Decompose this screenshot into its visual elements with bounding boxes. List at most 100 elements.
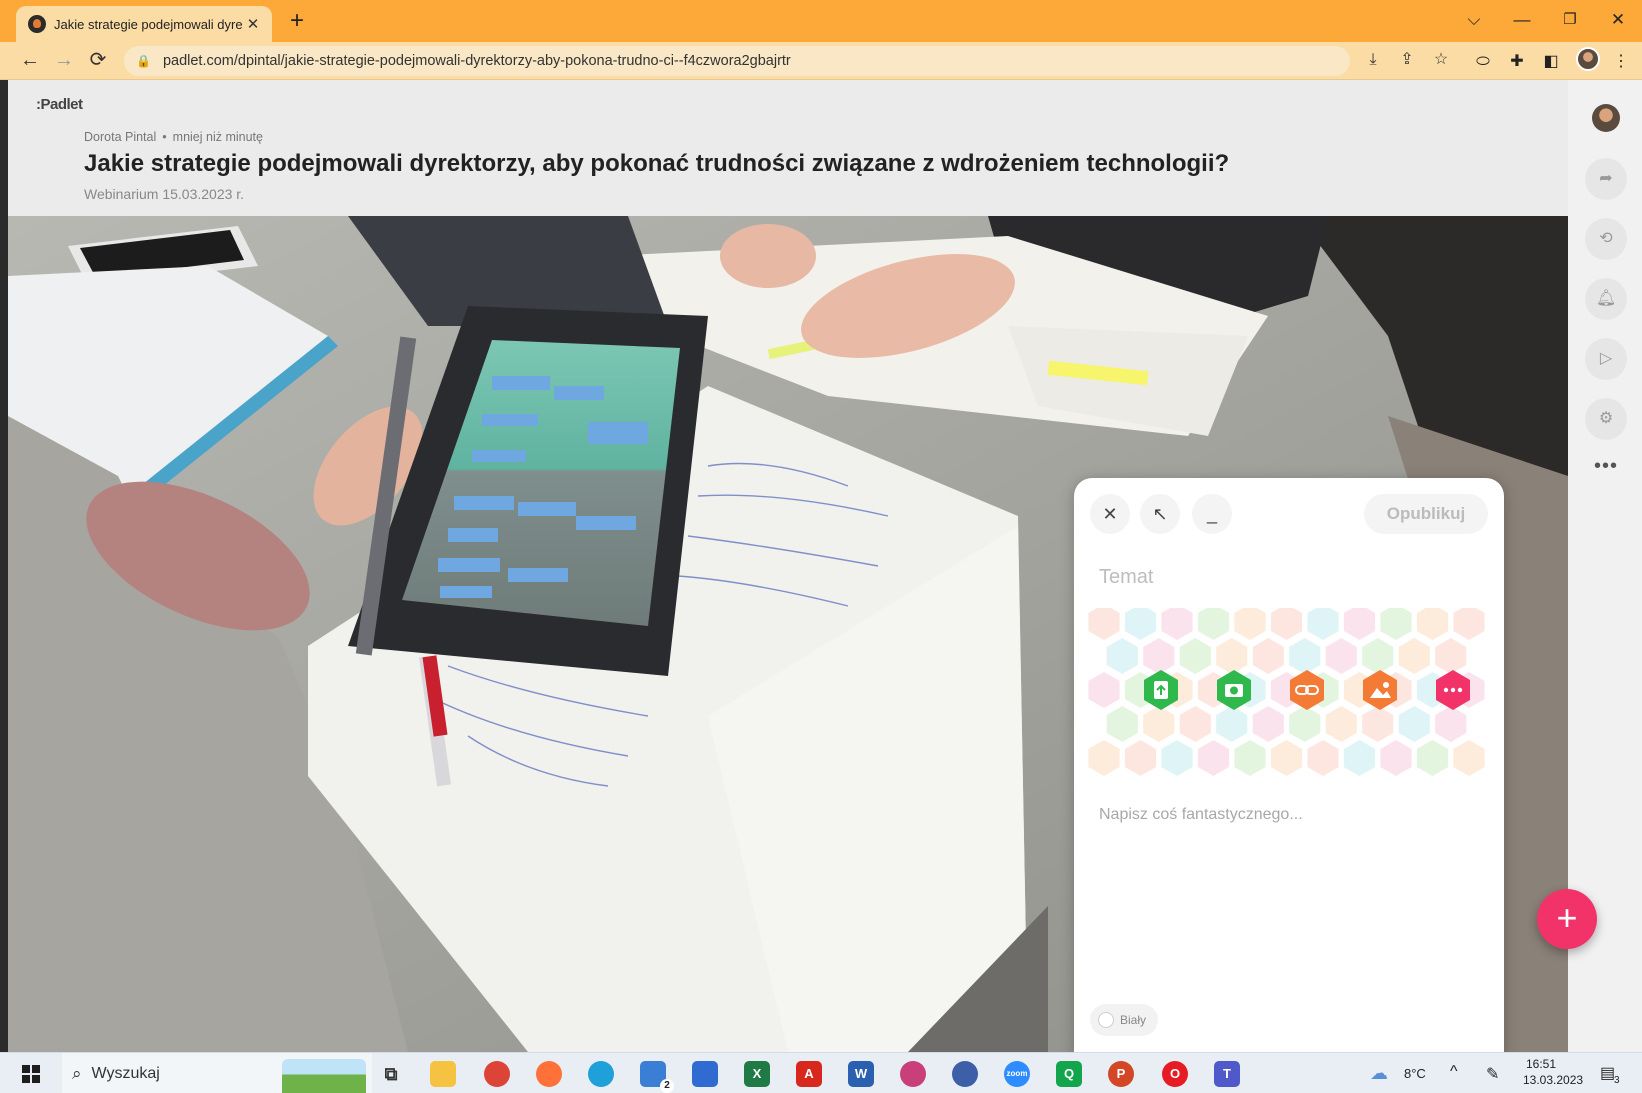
firefox-icon[interactable] — [536, 1061, 562, 1087]
minimize-window-icon[interactable]: — — [1508, 8, 1536, 32]
forward-arrow-icon[interactable]: → — [50, 46, 78, 74]
hex-decoration — [1270, 608, 1303, 640]
chrome-icon[interactable] — [484, 1061, 510, 1087]
hex-decoration — [1216, 706, 1248, 742]
hex-decoration — [1343, 740, 1376, 776]
page-title: Jakie strategie podejmowali dyrektorzy, … — [84, 150, 1230, 177]
extension-pill-icon[interactable]: ⬭ — [1472, 51, 1494, 73]
hex-decoration — [1124, 740, 1157, 776]
hex-decoration — [1088, 740, 1120, 776]
browser-toolbar: ← → ⟳ 🔒 padlet.com/dpintal/jakie-strateg… — [0, 42, 1642, 80]
whiteboard-app-icon[interactable] — [692, 1061, 718, 1087]
reload-icon[interactable]: ⟳ — [84, 46, 112, 74]
post-body-input[interactable]: Napisz coś fantastycznego... — [1099, 806, 1303, 824]
hex-decoration — [1197, 608, 1230, 640]
hex-decoration — [1252, 706, 1284, 742]
hex-decoration — [1234, 608, 1266, 640]
lock-icon: 🔒 — [136, 54, 151, 68]
user-avatar[interactable] — [1592, 104, 1620, 132]
extensions-puzzle-icon[interactable]: ✚ — [1506, 51, 1528, 73]
hex-decoration — [1106, 706, 1138, 742]
hex-decoration — [1252, 638, 1284, 674]
windows-taskbar: ⌕ Wyszukaj ⧉ 2 X A W zoom Q P O T ☁ 8°C … — [0, 1052, 1642, 1093]
new-tab-button[interactable]: + — [284, 8, 310, 34]
opera-icon[interactable]: O — [1162, 1061, 1188, 1087]
hex-decoration — [1398, 706, 1430, 742]
remake-icon[interactable]: ⟲ — [1585, 218, 1627, 260]
profile-avatar[interactable] — [1576, 47, 1600, 71]
acrobat-icon[interactable]: A — [796, 1061, 822, 1087]
notification-badge: 3 — [1614, 1075, 1620, 1086]
clock-time[interactable]: 16:51 — [1526, 1057, 1556, 1071]
zoom-icon[interactable]: zoom — [1004, 1061, 1030, 1087]
hex-decoration — [1362, 706, 1394, 742]
add-post-button[interactable]: + — [1537, 889, 1597, 949]
browser-menu-icon[interactable]: ⋮ — [1610, 51, 1632, 73]
hex-decoration — [1380, 740, 1412, 776]
hex-decoration — [1088, 608, 1120, 640]
side-panel-icon[interactable]: ◧ — [1540, 51, 1562, 73]
slideshow-play-icon[interactable]: ▷ — [1585, 338, 1627, 380]
more-menu-icon[interactable]: ••• — [1585, 456, 1627, 480]
vpn-shield-icon[interactable] — [952, 1061, 978, 1087]
tab-title: Jakie strategie podejmowali dyre — [54, 16, 243, 32]
task-view-icon[interactable]: ⧉ — [378, 1061, 404, 1087]
hex-decoration — [1143, 638, 1175, 674]
tray-chevron-up-icon[interactable]: ^ — [1450, 1063, 1458, 1081]
hex-decoration — [1307, 740, 1339, 776]
restore-window-icon[interactable]: ❐ — [1556, 8, 1584, 32]
weather-cloud-icon[interactable]: ☁ — [1370, 1063, 1388, 1084]
powerpoint-icon[interactable]: P — [1108, 1061, 1134, 1087]
padlet-logo[interactable]: :Padlet — [36, 96, 83, 113]
hex-decoration — [1416, 740, 1449, 776]
weather-temperature[interactable]: 8°C — [1404, 1066, 1426, 1081]
snipping-tool-icon[interactable] — [900, 1061, 926, 1087]
screen: Jakie strategie podejmowali dyre ✕ + ⌵ —… — [0, 0, 1642, 1093]
quizizz-icon[interactable]: Q — [1056, 1061, 1082, 1087]
hex-decoration — [1179, 638, 1211, 674]
search-icon: ⌕ — [72, 1063, 82, 1083]
subject-input[interactable]: Temat — [1099, 566, 1153, 589]
address-bar[interactable]: 🔒 padlet.com/dpintal/jakie-strategie-pod… — [124, 46, 1350, 76]
hex-decoration — [1088, 672, 1120, 708]
hex-decoration — [1343, 608, 1376, 640]
back-arrow-icon[interactable]: ← — [16, 46, 44, 74]
tab-close-icon[interactable]: ✕ — [244, 15, 262, 33]
close-window-icon[interactable]: ✕ — [1604, 8, 1632, 32]
close-composer-icon[interactable]: ✕ — [1090, 494, 1130, 534]
hex-decoration — [1161, 740, 1193, 776]
share-arrow-icon[interactable]: ➦ — [1585, 158, 1627, 200]
minimize-composer-icon[interactable]: _ — [1192, 494, 1232, 534]
settings-gear-icon[interactable]: ⚙ — [1585, 398, 1627, 440]
hex-decoration — [1289, 706, 1321, 742]
clock-date[interactable]: 13.03.2023 — [1523, 1073, 1583, 1087]
pen-tray-icon[interactable]: ✎ — [1486, 1064, 1499, 1084]
hex-decoration — [1124, 608, 1157, 640]
teams-icon[interactable]: T — [1214, 1061, 1240, 1087]
edge-icon[interactable] — [588, 1061, 614, 1087]
notifications-icon[interactable]: ▤ — [1600, 1063, 1615, 1083]
publish-button[interactable]: Opublikuj — [1364, 494, 1488, 534]
excel-icon[interactable]: X — [744, 1061, 770, 1087]
hex-decoration — [1435, 638, 1467, 674]
page-subtitle: Webinarium 15.03.2023 r. — [84, 186, 245, 202]
hex-decoration — [1453, 608, 1485, 640]
url-text: padlet.com/dpintal/jakie-strategie-podej… — [162, 53, 791, 69]
browser-tab[interactable]: Jakie strategie podejmowali dyre ✕ — [16, 6, 272, 42]
bell-icon[interactable]: 🔔︎ — [1585, 278, 1627, 320]
tab-search-chevron-icon[interactable]: ⌵ — [1460, 8, 1488, 32]
left-edge — [0, 80, 8, 1052]
file-explorer-icon[interactable] — [430, 1061, 456, 1087]
windows-start-icon[interactable] — [22, 1065, 40, 1083]
mail-icon[interactable]: 2 — [640, 1061, 674, 1093]
bookmark-star-icon[interactable]: ☆ — [1428, 47, 1454, 73]
color-swatch-icon — [1098, 1012, 1114, 1028]
browser-tab-bar: Jakie strategie podejmowali dyre ✕ + ⌵ —… — [0, 0, 1642, 42]
post-color-picker[interactable]: Biały — [1090, 1004, 1159, 1036]
share-icon[interactable]: ⇪ — [1394, 47, 1420, 73]
expand-composer-icon[interactable]: ↖ — [1140, 494, 1180, 534]
hex-decoration — [1325, 638, 1357, 674]
word-icon[interactable]: W — [848, 1061, 874, 1087]
search-highlight-illustration — [282, 1059, 366, 1093]
install-app-icon[interactable]: ⤓ — [1360, 47, 1386, 73]
